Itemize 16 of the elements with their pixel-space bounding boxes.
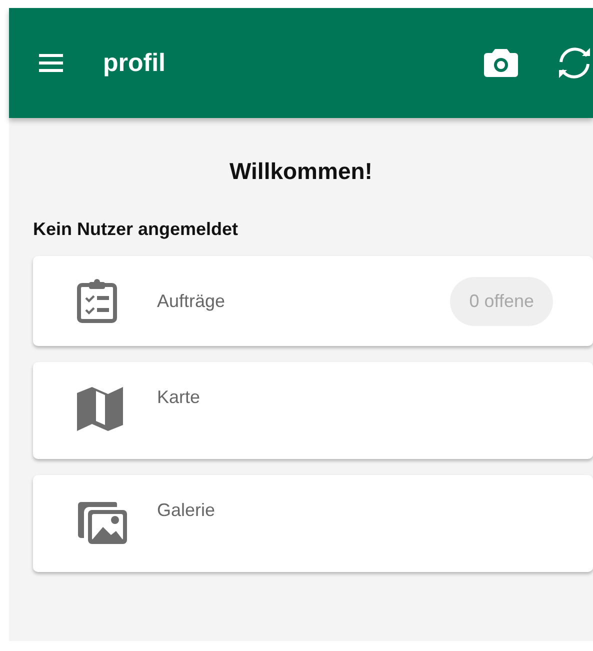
card-label: Galerie [157, 500, 216, 521]
sync-icon[interactable] [556, 45, 593, 81]
card-label: Aufträge [157, 290, 226, 312]
menu-icon[interactable] [39, 54, 63, 72]
menu-card[interactable]: Karte [33, 362, 593, 459]
clipboard-icon [77, 279, 117, 323]
welcome-heading: Willkommen! [228, 158, 374, 185]
map-icon [77, 387, 123, 431]
card-label: Karte [157, 387, 200, 408]
camera-icon[interactable] [484, 49, 518, 77]
menu-card[interactable]: Galerie [33, 475, 593, 572]
count-chip: 0 offene [450, 276, 553, 326]
app-title: profil [103, 48, 166, 78]
gallery-icon [77, 500, 129, 546]
menu-card[interactable]: Aufträge 0 offene [33, 256, 593, 346]
login-status: Kein Nutzer angemeldet [33, 219, 240, 240]
